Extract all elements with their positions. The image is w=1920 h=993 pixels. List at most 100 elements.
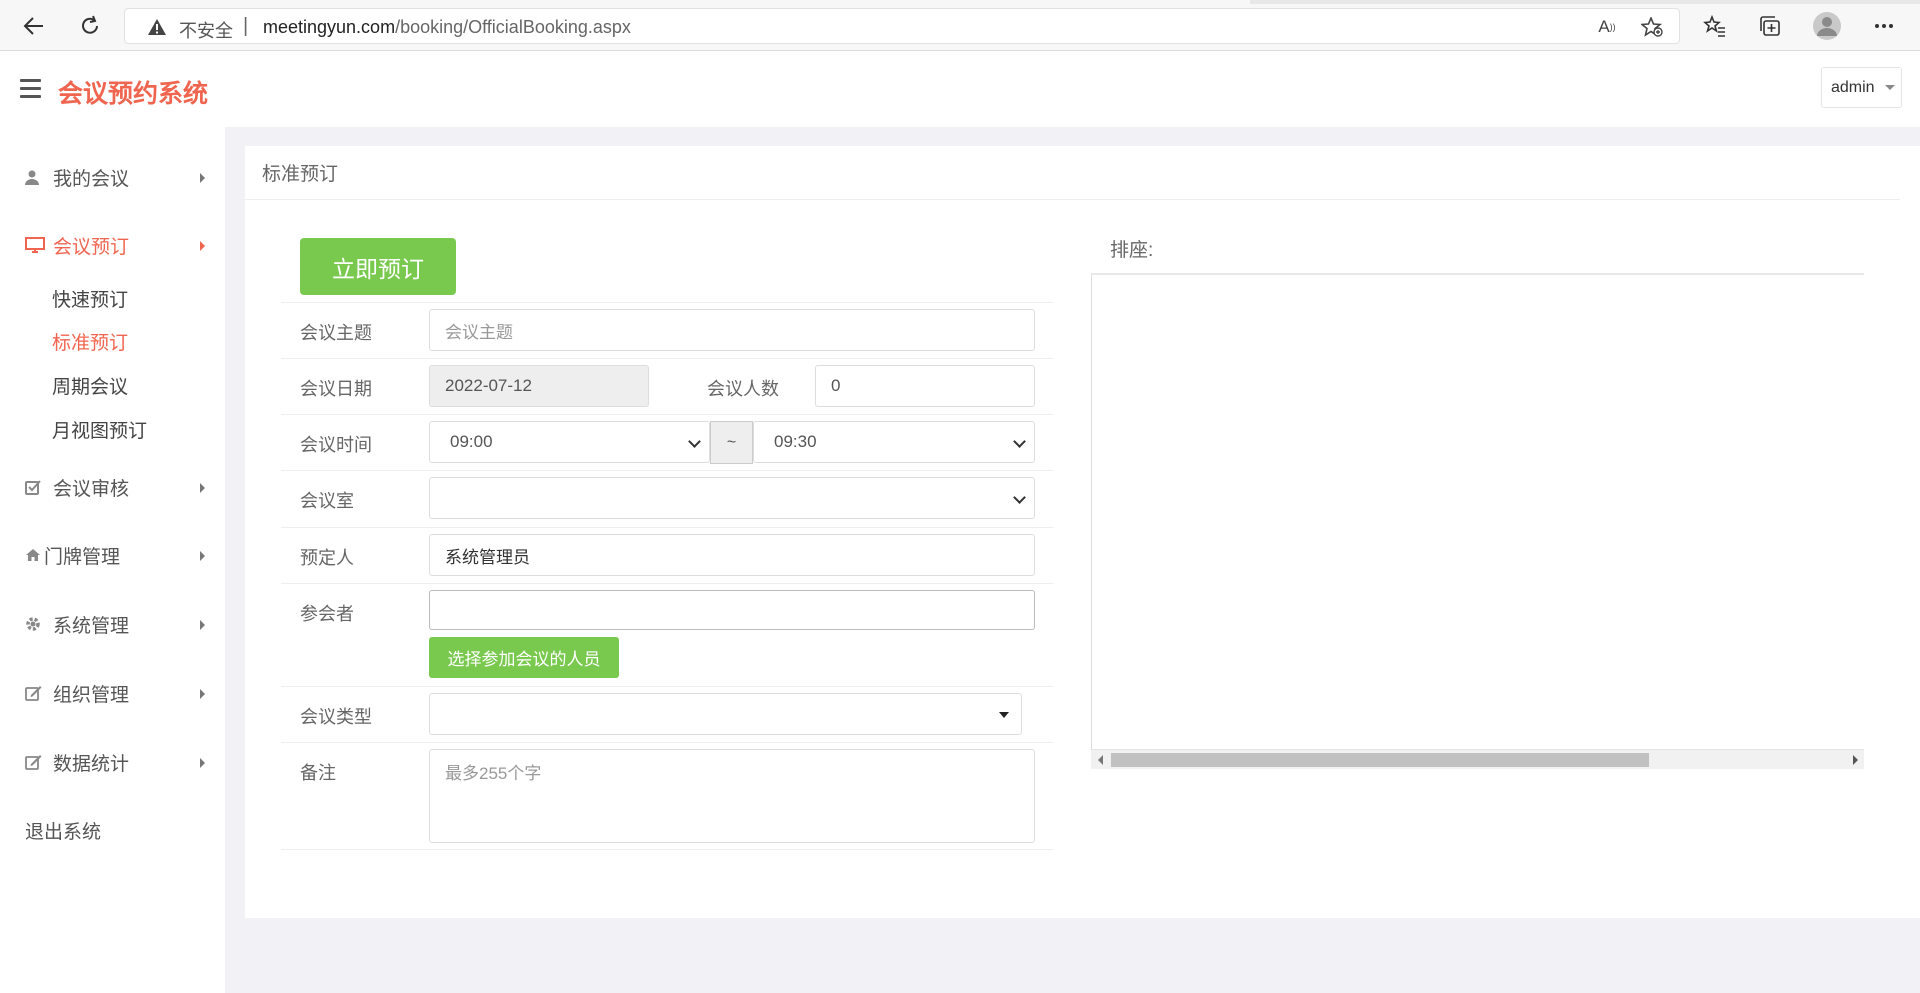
gear-icon [25,616,47,632]
check-square-icon [25,479,47,495]
sidebar-subitem-standard-booking[interactable]: 标准预订 [52,328,128,355]
chevron-down-icon [1013,491,1026,504]
booker-label: 预定人 [300,548,354,568]
edit-icon [25,685,47,701]
refresh-button[interactable] [74,10,106,42]
sidebar-item-label: 门牌管理 [44,546,121,568]
book-now-button[interactable]: 立即预订 [300,238,456,295]
form-row-divider [281,849,1053,850]
url-text[interactable]: meetingyun.com/booking/OfficialBooking.a… [263,17,631,38]
end-time-select[interactable]: 09:30 [753,421,1035,463]
seating-area[interactable] [1091,273,1864,769]
time-label: 会议时间 [300,435,372,455]
sidebar-item-label: 会议预订 [53,236,130,258]
sidebar-item-organization-management[interactable]: 组织管理 [25,678,205,708]
favorites-icon [1703,15,1725,37]
room-select[interactable] [429,477,1035,519]
seating-label: 排座: [1110,240,1154,261]
read-aloud-icon[interactable]: A)) [1595,17,1619,37]
chevron-down-icon [1013,435,1026,448]
attendees-label: 参会者 [300,604,354,624]
refresh-icon [82,15,98,34]
chevron-down-icon [688,435,701,448]
profile-button[interactable] [1811,10,1843,42]
url-path: /booking/OfficialBooking.aspx [395,17,631,37]
caret-right-icon [200,241,205,251]
sidebar-item-statistics[interactable]: 数据统计 [25,747,205,777]
sidebar-item-label: 数据统计 [53,753,130,775]
people-count-input[interactable]: 0 [815,365,1035,407]
sidebar-subitem-recurring-meeting[interactable]: 周期会议 [52,372,128,399]
edit-icon [25,754,47,770]
end-time-value: 09:30 [774,432,817,451]
favorites-button[interactable] [1699,10,1731,42]
scroll-right-icon[interactable] [1853,755,1858,765]
booker-input[interactable]: 系统管理员 [429,534,1035,576]
caret-right-icon [200,758,205,768]
sidebar-item-doorplate-management[interactable]: 门牌管理 [25,540,205,570]
back-arrow-icon [23,17,43,35]
add-favorite-icon[interactable] [1640,17,1664,37]
caret-down-icon [1884,85,1895,90]
remark-textarea[interactable]: 最多255个字 [429,749,1035,843]
start-time-select[interactable]: 09:00 [429,421,710,463]
app-title: 会议预约系统 [58,80,209,108]
time-separator: ~ [710,421,753,464]
user-icon [25,170,47,185]
collections-icon [1760,16,1780,36]
sidebar-item-logout[interactable]: 退出系统 [25,815,205,845]
attendees-input[interactable] [429,590,1035,630]
topic-input[interactable]: 会议主题 [429,309,1035,351]
url-separator: | [243,15,249,37]
sidebar-item-meeting-booking[interactable]: 会议预订 [25,230,205,260]
warning-icon [148,19,166,35]
back-button[interactable] [18,10,50,42]
caret-right-icon [200,551,205,561]
more-options-button[interactable] [1868,10,1900,42]
menu-toggle-icon[interactable] [20,79,41,98]
horizontal-scrollbar[interactable] [1091,749,1864,769]
caret-right-icon [200,173,205,183]
sidebar-item-label: 组织管理 [53,684,130,706]
user-menu-dropdown[interactable]: admin [1821,67,1902,108]
tab-strip [0,0,1920,4]
form-row-divider [281,414,1053,415]
sidebar-item-my-meetings[interactable]: 我的会议 [25,162,205,192]
sidebar-item-meeting-review[interactable]: 会议审核 [25,472,205,502]
active-tab[interactable] [0,0,1250,4]
monitor-icon [25,237,47,253]
meeting-type-label: 会议类型 [300,707,372,727]
sidebar-item-label: 会议审核 [53,478,130,500]
browser-toolbar: 不安全 | meetingyun.com/booking/OfficialBoo… [0,0,1920,51]
sidebar-item-label: 退出系统 [25,821,102,843]
form-row-divider [281,470,1053,471]
form-row-divider [281,527,1053,528]
panel-title: 标准预订 [262,164,339,185]
form-row-divider [281,583,1053,584]
collections-button[interactable] [1754,10,1786,42]
meeting-type-select[interactable] [429,693,1022,735]
sidebar-subitem-month-view-booking[interactable]: 月视图预订 [52,416,147,443]
caret-right-icon [200,620,205,630]
form-row-divider [281,742,1053,743]
sidebar-subitem-quick-booking[interactable]: 快速预订 [52,285,128,312]
caret-down-icon [999,712,1009,718]
sidebar-item-system-management[interactable]: 系统管理 [25,609,205,639]
caret-right-icon [200,689,205,699]
date-label: 会议日期 [300,379,372,399]
date-input[interactable]: 2022-07-12 [429,365,649,407]
select-attendees-button[interactable]: 选择参加会议的人员 [429,637,619,678]
remark-label: 备注 [300,763,336,783]
seating-top-border [1091,273,1864,275]
user-name: admin [1831,78,1875,96]
people-count-label: 会议人数 [707,379,779,399]
scroll-left-icon[interactable] [1098,755,1103,765]
address-bar[interactable]: 不安全 | meetingyun.com/booking/OfficialBoo… [124,8,1680,44]
topic-label: 会议主题 [300,323,372,343]
app-header: 会议预约系统 admin [0,51,1920,127]
scrollbar-thumb[interactable] [1111,753,1649,767]
home-icon [25,548,41,562]
form-row-divider [281,358,1053,359]
insecure-label[interactable]: 不安全 [179,17,233,43]
caret-right-icon [200,483,205,493]
